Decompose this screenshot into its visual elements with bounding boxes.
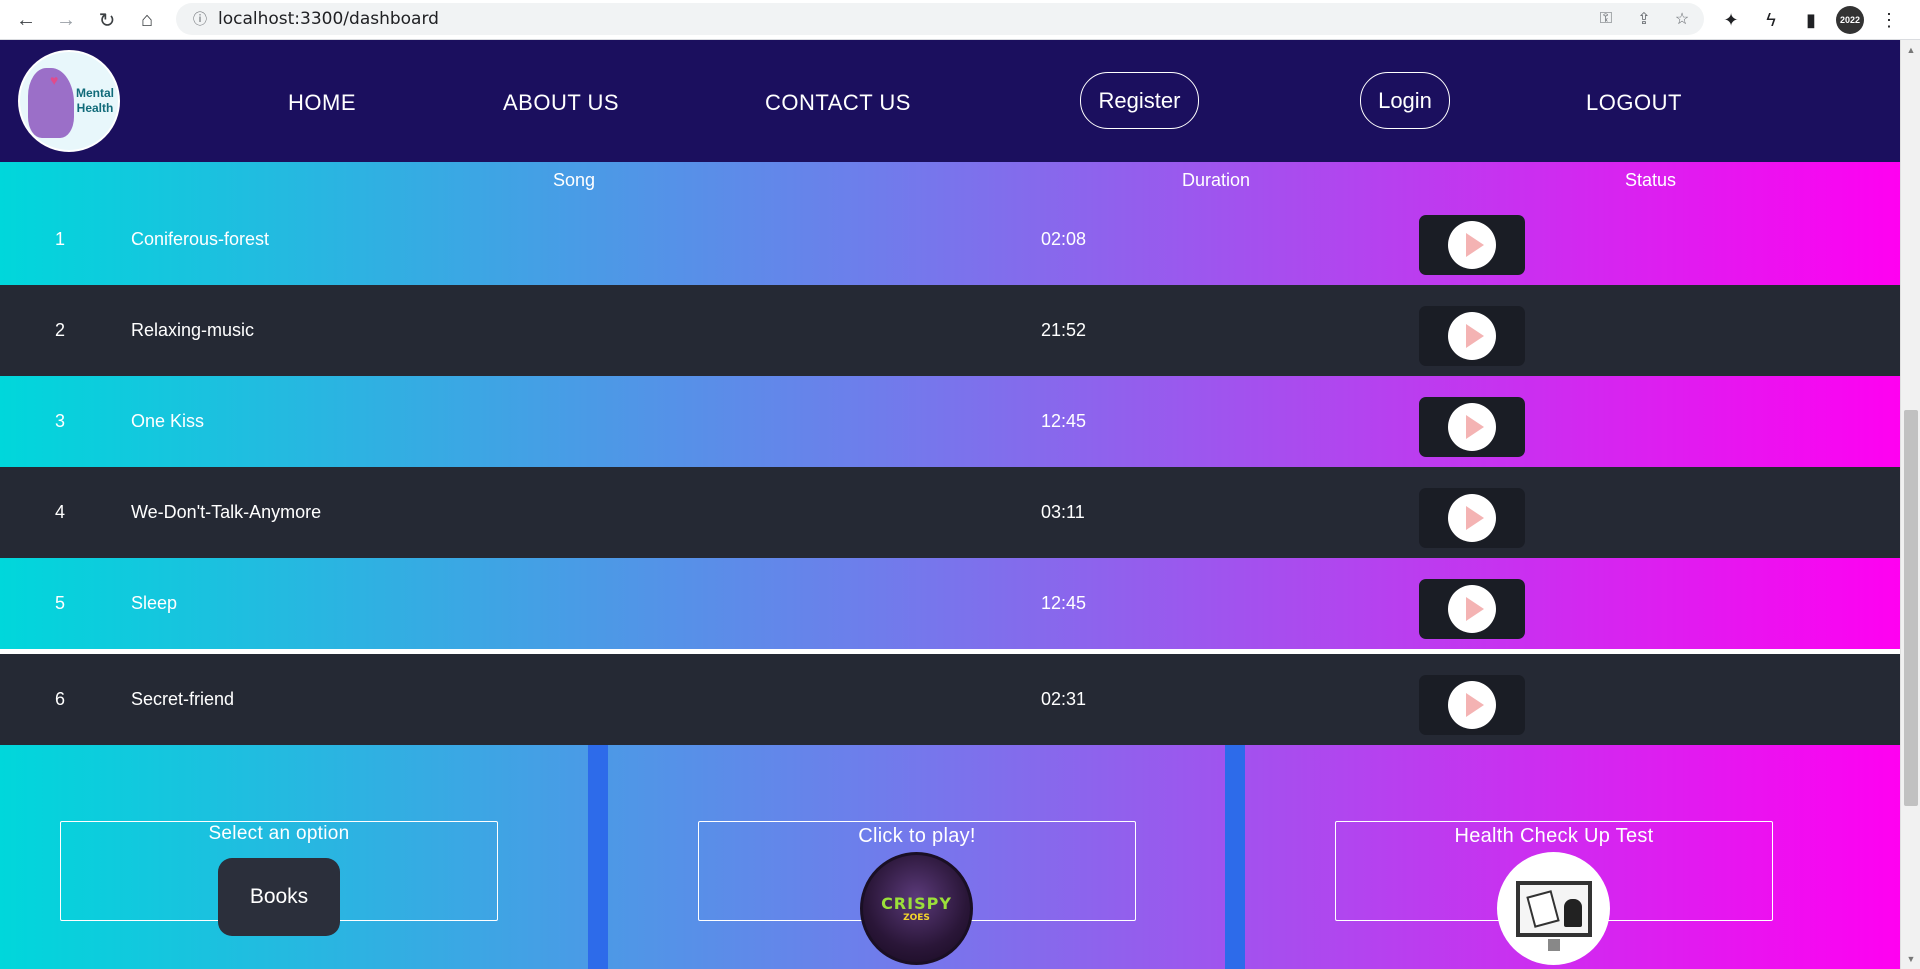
play-button[interactable] bbox=[1419, 215, 1525, 275]
books-button[interactable]: Books bbox=[218, 858, 340, 936]
home-icon[interactable]: ⌂ bbox=[133, 6, 161, 34]
health-checkup-image[interactable] bbox=[1497, 852, 1610, 965]
song-duration: 12:45 bbox=[1041, 593, 1087, 613]
key-icon[interactable]: ⚿ bbox=[1594, 7, 1618, 31]
row-number: 1 bbox=[55, 229, 66, 249]
menu-kebab-icon[interactable]: ⋮ bbox=[1874, 6, 1904, 34]
play-button[interactable] bbox=[1419, 397, 1525, 457]
doctor-icon bbox=[1563, 898, 1582, 927]
reload-icon[interactable]: ↻ bbox=[93, 6, 121, 34]
song-title: Secret-friend bbox=[131, 689, 235, 709]
extensions-puzzle-icon[interactable]: ✦ bbox=[1716, 6, 1746, 34]
nav-home[interactable]: HOME bbox=[288, 90, 356, 116]
row-number: 2 bbox=[55, 320, 66, 340]
play-button[interactable] bbox=[1419, 306, 1525, 366]
nav-logout[interactable]: LOGOUT bbox=[1586, 90, 1682, 116]
site-navbar: ♥ Mental Health HOME ABOUT US CONTACT US… bbox=[0, 40, 1900, 162]
scrollbar-thumb[interactable] bbox=[1904, 410, 1918, 806]
row-number: 3 bbox=[55, 411, 66, 431]
bookmark-star-icon[interactable]: ☆ bbox=[1670, 7, 1694, 31]
logo-text: Mental Health bbox=[76, 86, 115, 115]
document-icon bbox=[1525, 889, 1560, 928]
site-info-icon[interactable]: ⓘ bbox=[188, 7, 212, 31]
table-row: 3 One Kiss 12:45 bbox=[0, 376, 1900, 467]
play-button[interactable] bbox=[1419, 675, 1525, 735]
click-to-play-title: Click to play! bbox=[858, 825, 976, 847]
section-divider bbox=[1225, 745, 1245, 969]
scroll-down-icon[interactable]: ▼ bbox=[1901, 949, 1920, 969]
play-icon bbox=[1466, 597, 1484, 621]
scroll-up-icon[interactable]: ▲ bbox=[1901, 40, 1920, 60]
row-number: 4 bbox=[55, 502, 66, 522]
table-row: 6 Secret-friend 02:31 bbox=[0, 654, 1900, 745]
page-scrollbar[interactable]: ▲ ▼ bbox=[1900, 40, 1920, 969]
nav-contact-us[interactable]: CONTACT US bbox=[765, 90, 911, 116]
address-bar[interactable]: ⓘ localhost:3300/dashboard ⚿ ⇪ ☆ bbox=[176, 3, 1704, 35]
song-duration: 12:45 bbox=[1041, 411, 1087, 431]
song-title: We-Don't-Talk-Anymore bbox=[131, 502, 322, 522]
play-button[interactable] bbox=[1419, 488, 1525, 548]
table-row: 1 Coniferous-forest 02:08 bbox=[0, 194, 1900, 285]
song-duration: 21:52 bbox=[1041, 320, 1087, 340]
table-row: 4 We-Don't-Talk-Anymore 03:11 bbox=[0, 467, 1900, 558]
section-divider bbox=[588, 745, 608, 969]
back-icon[interactable]: ← bbox=[12, 6, 40, 34]
header-song: Song bbox=[553, 170, 596, 190]
play-icon bbox=[1466, 233, 1484, 257]
mental-health-logo[interactable]: ♥ Mental Health bbox=[18, 50, 120, 152]
song-title: One Kiss bbox=[131, 411, 205, 431]
browser-toolbar: ← → ↻ ⌂ ⓘ localhost:3300/dashboard ⚿ ⇪ ☆… bbox=[0, 0, 1920, 40]
play-icon bbox=[1466, 506, 1484, 530]
extension-bolt-icon[interactable]: ϟ bbox=[1756, 6, 1786, 34]
monitor-icon bbox=[1515, 880, 1592, 951]
login-button[interactable]: Login bbox=[1360, 72, 1450, 129]
profile-avatar[interactable]: 2022 bbox=[1836, 6, 1864, 34]
song-title: Relaxing-music bbox=[131, 320, 255, 340]
play-icon bbox=[1466, 324, 1484, 348]
row-number: 6 bbox=[55, 689, 66, 709]
song-duration: 03:11 bbox=[1041, 502, 1085, 522]
share-icon[interactable]: ⇪ bbox=[1632, 7, 1656, 31]
header-status: Status bbox=[1625, 170, 1677, 190]
nav-about-us[interactable]: ABOUT US bbox=[503, 90, 619, 116]
heart-icon: ♥ bbox=[50, 72, 59, 88]
play-icon bbox=[1466, 693, 1484, 717]
song-duration: 02:31 bbox=[1041, 689, 1087, 709]
table-row: 5 Sleep 12:45 bbox=[0, 558, 1900, 649]
song-title: Sleep bbox=[131, 593, 178, 613]
url-text[interactable]: localhost:3300/dashboard bbox=[218, 9, 439, 29]
row-number: 5 bbox=[55, 593, 66, 613]
health-test-title: Health Check Up Test bbox=[1454, 825, 1654, 847]
song-duration: 02:08 bbox=[1041, 229, 1087, 249]
forward-icon[interactable]: → bbox=[52, 6, 80, 34]
side-panel-icon[interactable]: ▮ bbox=[1796, 6, 1826, 34]
play-icon bbox=[1466, 415, 1484, 439]
register-button[interactable]: Register bbox=[1080, 72, 1199, 129]
play-button[interactable] bbox=[1419, 579, 1525, 639]
game-logo[interactable]: CRISPY ZOES bbox=[860, 852, 973, 965]
playlist-table-header: Song Duration Status bbox=[0, 162, 1900, 194]
song-title: Coniferous-forest bbox=[131, 229, 270, 249]
table-row: 2 Relaxing-music 21:52 bbox=[0, 285, 1900, 376]
header-duration: Duration bbox=[1182, 170, 1251, 190]
select-option-title: Select an option bbox=[208, 823, 350, 844]
